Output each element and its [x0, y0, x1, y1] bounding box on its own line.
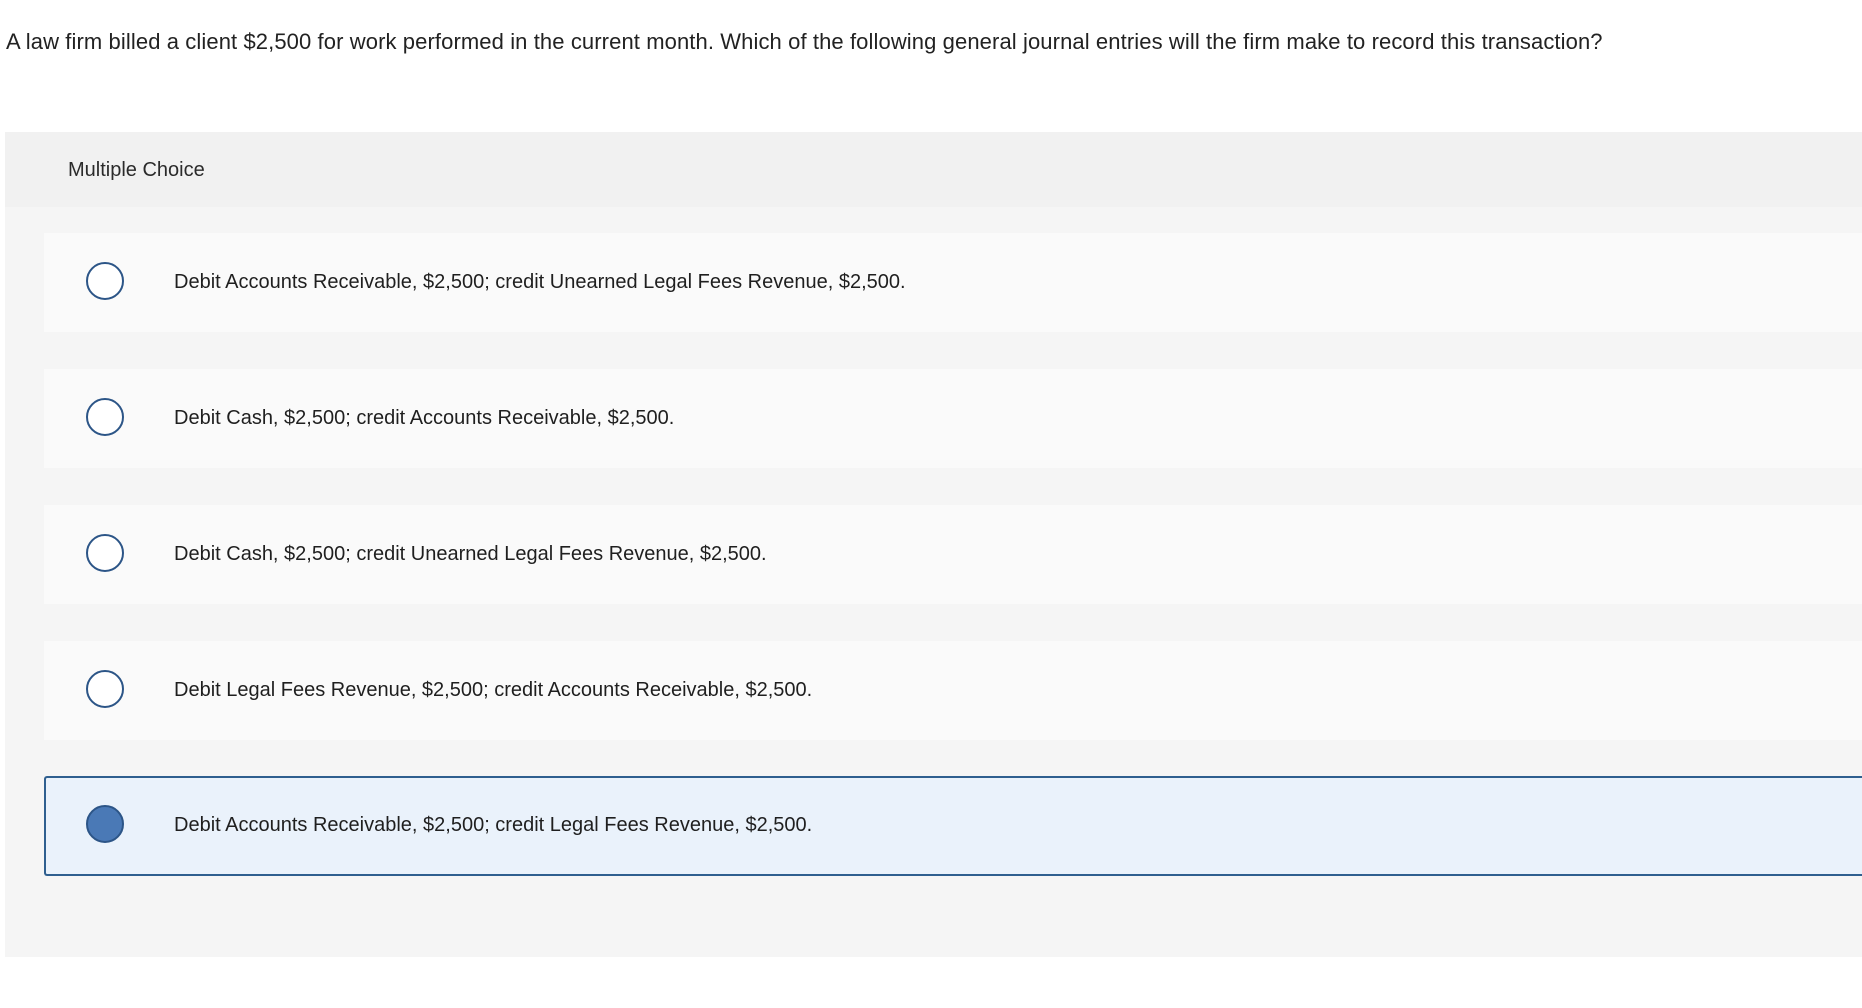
answer-option-label: Debit Accounts Receivable, $2,500; credi… [174, 814, 813, 836]
answer-option-5-selected[interactable]: Debit Accounts Receivable, $2,500; credi… [44, 776, 1862, 876]
answer-option-3[interactable]: Debit Cash, $2,500; credit Unearned Lega… [44, 505, 1862, 604]
answer-option-label: Debit Cash, $2,500; credit Accounts Rece… [174, 407, 675, 429]
multiple-choice-label: Multiple Choice [68, 159, 205, 181]
radio-button-unselected[interactable] [86, 398, 124, 436]
multiple-choice-header: Multiple Choice [5, 132, 1862, 207]
answer-option-label: Debit Legal Fees Revenue, $2,500; credit… [174, 679, 813, 701]
answer-option-2[interactable]: Debit Cash, $2,500; credit Accounts Rece… [44, 369, 1862, 468]
question-text: A law firm billed a client $2,500 for wo… [6, 29, 1603, 54]
answer-option-4[interactable]: Debit Legal Fees Revenue, $2,500; credit… [44, 641, 1862, 740]
radio-button-selected[interactable] [86, 805, 124, 843]
answer-option-1[interactable]: Debit Accounts Receivable, $2,500; credi… [44, 233, 1862, 332]
answer-option-label: Debit Cash, $2,500; credit Unearned Lega… [174, 543, 767, 565]
radio-button-unselected[interactable] [86, 534, 124, 572]
multiple-choice-panel: Multiple Choice Debit Accounts Receivabl… [5, 132, 1862, 957]
answer-option-label: Debit Accounts Receivable, $2,500; credi… [174, 271, 906, 293]
radio-button-unselected[interactable] [86, 670, 124, 708]
radio-button-unselected[interactable] [86, 262, 124, 300]
